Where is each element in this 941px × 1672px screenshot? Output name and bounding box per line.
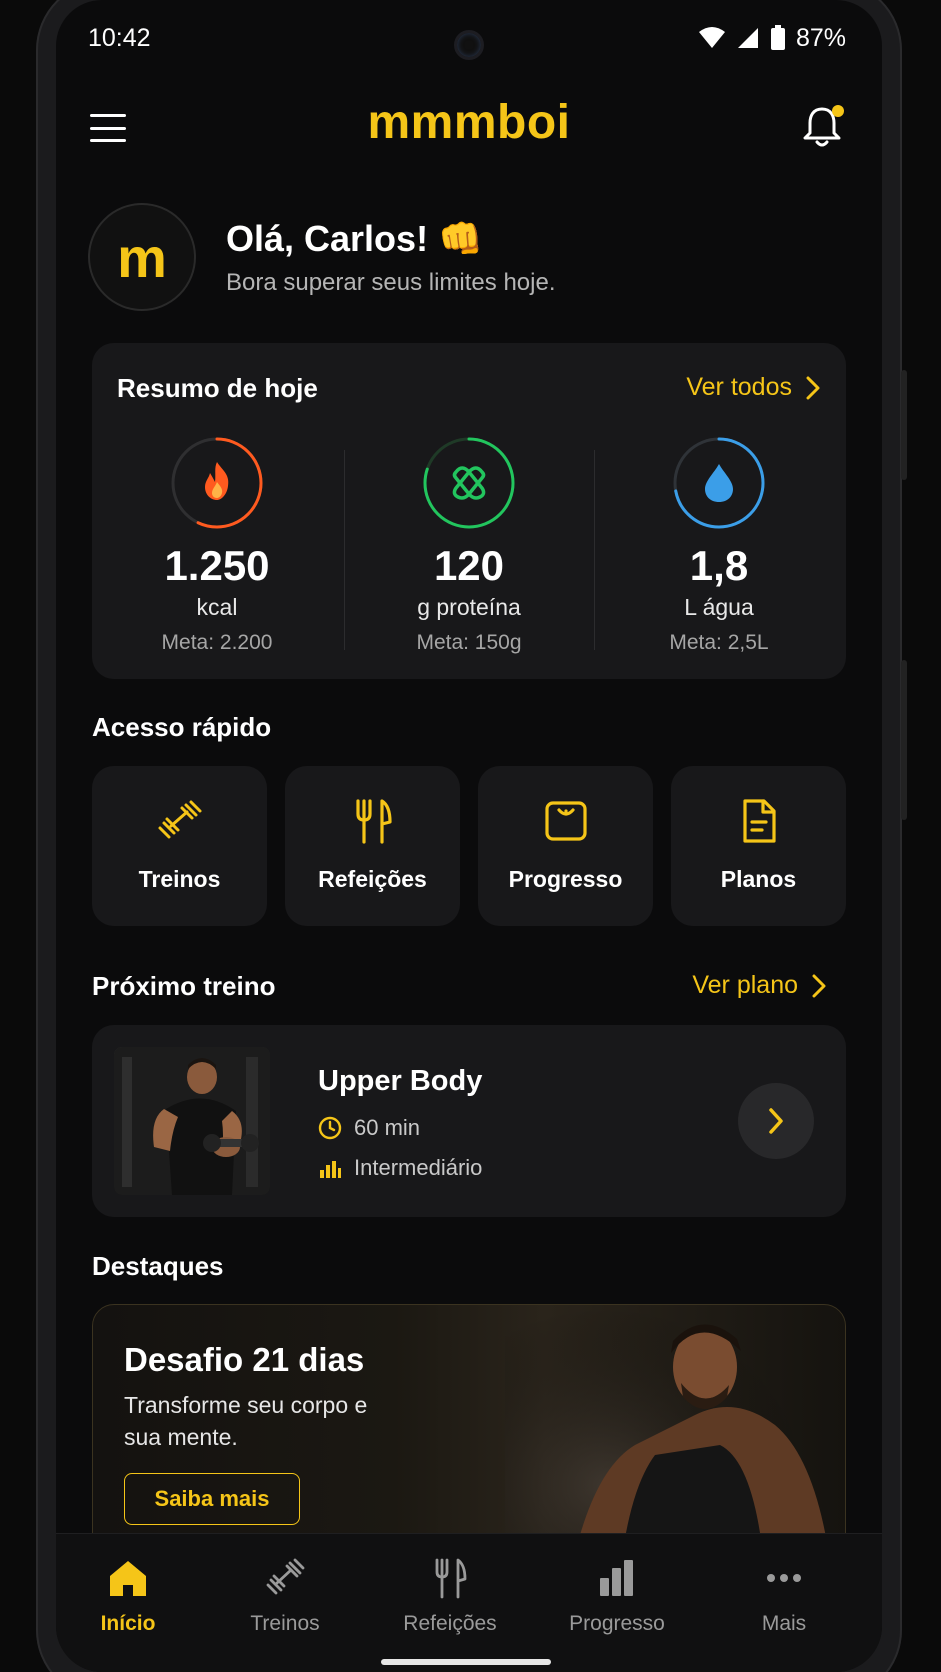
quick-workouts[interactable]: Treinos bbox=[92, 766, 267, 926]
fork-knife-icon bbox=[435, 1558, 467, 1599]
quick-plans-label: Planos bbox=[720, 866, 797, 892]
calories-value: 1.250 bbox=[164, 542, 270, 589]
dumbbell-icon bbox=[158, 800, 201, 839]
more-icon bbox=[767, 1574, 801, 1582]
water-unit: L água bbox=[684, 594, 754, 620]
wifi-icon bbox=[698, 27, 725, 48]
chevron-right-icon bbox=[806, 376, 820, 399]
water-value: 1,8 bbox=[689, 542, 749, 589]
protein-value: 120 bbox=[433, 542, 505, 589]
water-drop-icon bbox=[705, 464, 733, 502]
notification-button[interactable] bbox=[802, 105, 844, 149]
stat-water[interactable]: 1,8 L água Meta: 2,5L bbox=[594, 436, 844, 655]
summary-card: Resumo de hoje Ver todos 1.250 kcal Meta… bbox=[92, 343, 846, 679]
learn-more-button[interactable]: Saiba mais bbox=[124, 1473, 300, 1525]
quick-progress[interactable]: Progresso bbox=[478, 766, 653, 926]
workout-level-label: Intermediário bbox=[354, 1155, 483, 1180]
protein-unit: g proteína bbox=[417, 594, 521, 620]
see-plan-label: Ver plano bbox=[692, 971, 798, 999]
front-camera bbox=[454, 30, 484, 60]
challenge-title: Desafio 21 dias bbox=[124, 1341, 365, 1378]
calories-ring bbox=[170, 436, 264, 530]
app-logo: mmmboi bbox=[367, 96, 571, 149]
nav-more-label: Mais bbox=[761, 1612, 807, 1635]
water-ring bbox=[672, 436, 766, 530]
scale-icon bbox=[544, 801, 587, 841]
bar-chart-icon bbox=[600, 1560, 633, 1596]
nav-meals[interactable]: Refeições bbox=[380, 1556, 520, 1636]
nav-home[interactable]: Início bbox=[58, 1556, 198, 1636]
see-plan-link[interactable]: Ver plano bbox=[692, 971, 826, 1000]
stat-protein[interactable]: 120 g proteína Meta: 150g bbox=[344, 436, 594, 655]
challenge-text: Transforme seu corpo e sua mente. bbox=[124, 1392, 368, 1450]
workout-name: Upper Body bbox=[318, 1065, 483, 1097]
status-time: 10:42 bbox=[88, 23, 151, 52]
nav-meals-label: Refeições bbox=[403, 1612, 497, 1635]
level-bars-icon bbox=[320, 1161, 341, 1178]
quick-workouts-label: Treinos bbox=[138, 866, 221, 892]
nav-progress-label: Progresso bbox=[569, 1612, 665, 1635]
quick-meals[interactable]: Refeições bbox=[285, 766, 460, 926]
highlights-title: Destaques bbox=[92, 1251, 224, 1281]
nav-home-label: Início bbox=[100, 1612, 156, 1635]
nav-more[interactable]: Mais bbox=[714, 1556, 854, 1636]
bottom-navigation: Início Treinos Refeições Progresso Mais bbox=[56, 1533, 882, 1672]
app-header: mmmboi bbox=[56, 95, 882, 165]
protein-goal: Meta: 150g bbox=[416, 631, 522, 654]
dumbbell-icon bbox=[266, 1558, 305, 1595]
stat-calories[interactable]: 1.250 kcal Meta: 2.200 bbox=[92, 436, 342, 655]
water-goal: Meta: 2,5L bbox=[669, 631, 769, 654]
fork-knife-icon bbox=[355, 799, 392, 844]
next-workout-title: Próximo treino bbox=[92, 971, 276, 1001]
status-icons: 87% bbox=[698, 24, 846, 53]
home-icon bbox=[110, 1561, 146, 1596]
avatar[interactable]: m bbox=[88, 203, 196, 311]
nav-workouts-label: Treinos bbox=[250, 1612, 320, 1635]
battery-percent: 87% bbox=[795, 23, 846, 52]
workout-level: Intermediário bbox=[318, 1155, 482, 1181]
next-workout-card[interactable]: Upper Body 60 min Intermediário bbox=[92, 1025, 846, 1217]
chevron-right-icon bbox=[812, 974, 826, 997]
signal-icon bbox=[737, 28, 758, 48]
workout-duration: 60 min bbox=[318, 1115, 420, 1141]
chevron-right-icon bbox=[769, 1108, 783, 1134]
see-all-link[interactable]: Ver todos bbox=[686, 373, 820, 402]
document-icon bbox=[742, 799, 776, 843]
notification-badge bbox=[832, 105, 844, 117]
quick-plans[interactable]: Planos bbox=[671, 766, 846, 926]
start-workout-button[interactable] bbox=[738, 1083, 814, 1159]
side-button bbox=[901, 660, 907, 820]
summary-title: Resumo de hoje bbox=[117, 373, 318, 403]
quick-meals-label: Refeições bbox=[318, 866, 427, 892]
battery-icon bbox=[770, 25, 785, 50]
workout-photo bbox=[114, 1047, 270, 1195]
nav-progress[interactable]: Progresso bbox=[547, 1556, 687, 1636]
quick-access-title: Acesso rápido bbox=[92, 712, 272, 742]
see-all-label: Ver todos bbox=[686, 373, 792, 401]
home-indicator bbox=[381, 1659, 551, 1665]
quick-progress-label: Progresso bbox=[508, 866, 623, 892]
screen: 10:42 87% mmmboi m Olá, Carlos! 👊 Bora s… bbox=[56, 0, 882, 1672]
calories-unit: kcal bbox=[196, 594, 238, 620]
workout-duration-label: 60 min bbox=[354, 1115, 421, 1140]
nav-workouts[interactable]: Treinos bbox=[215, 1556, 355, 1636]
clock-icon bbox=[318, 1116, 342, 1140]
side-button bbox=[901, 370, 907, 480]
greeting-title: Olá, Carlos! 👊 bbox=[226, 218, 483, 259]
protein-icon bbox=[452, 466, 486, 500]
protein-ring bbox=[422, 436, 516, 530]
calories-goal: Meta: 2.200 bbox=[161, 631, 273, 654]
greeting-subtitle: Bora superar seus limites hoje. bbox=[226, 269, 556, 296]
